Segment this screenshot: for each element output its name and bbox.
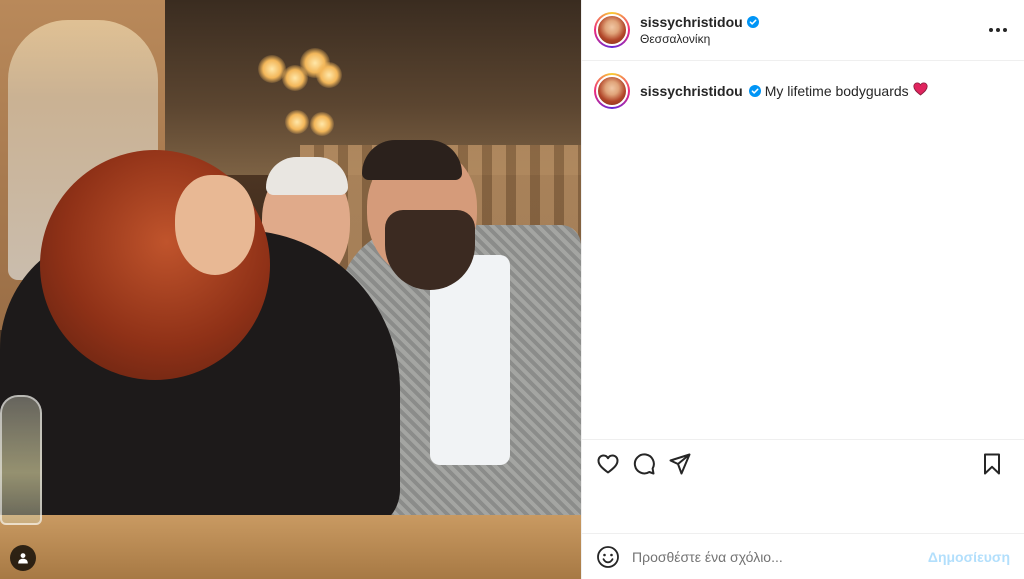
bookmark-icon: [984, 453, 1000, 474]
share-icon: [669, 453, 691, 474]
photo-person-hair: [266, 157, 348, 195]
like-button[interactable]: [596, 452, 620, 476]
heart-icon: [597, 454, 619, 473]
post-header-text: sissychristidou Θεσσαλονίκη: [640, 14, 986, 46]
heart-emoji: [913, 82, 928, 100]
user-tag-icon[interactable]: [10, 545, 36, 571]
photo-light: [285, 110, 309, 134]
caption: sissychristidou My lifetime bodyguards: [640, 82, 928, 100]
avatar[interactable]: [594, 12, 630, 48]
emoji-icon: [597, 545, 619, 568]
instagram-post-view: sissychristidou Θεσσαλονίκη sissychristi…: [0, 0, 1024, 579]
photo-person-face: [175, 175, 255, 275]
photo-wine-glass: [0, 395, 42, 525]
username-link[interactable]: sissychristidou: [640, 14, 743, 30]
verified-badge-icon: [746, 16, 759, 28]
post-photo[interactable]: [0, 0, 581, 579]
post-comment-button[interactable]: Δημοσίευση: [928, 549, 1010, 565]
photo-light: [316, 62, 342, 88]
location-link[interactable]: Θεσσαλονίκη: [640, 32, 986, 46]
caption-row: sissychristidou My lifetime bodyguards: [594, 73, 1010, 109]
caption-username-link[interactable]: sissychristidou: [640, 82, 743, 100]
emoji-button[interactable]: [596, 545, 620, 569]
avatar-image: [596, 14, 628, 46]
comment-button[interactable]: [632, 452, 656, 476]
avatar[interactable]: [594, 73, 630, 109]
avatar-image: [596, 75, 628, 107]
share-button[interactable]: [668, 452, 692, 476]
verified-badge-icon: [748, 85, 761, 97]
photo-person-hair: [362, 140, 462, 180]
caption-text: My lifetime bodyguards: [764, 83, 909, 99]
photo-table: [0, 515, 581, 579]
add-comment-bar: Δημοσίευση: [582, 533, 1024, 579]
comment-input[interactable]: [632, 548, 928, 565]
save-button[interactable]: [980, 452, 1004, 476]
comments-section: sissychristidou My lifetime bodyguards: [582, 61, 1024, 439]
post-header: sissychristidou Θεσσαλονίκη: [582, 0, 1024, 61]
photo-light: [310, 112, 334, 136]
more-options-icon: [989, 28, 1007, 32]
post-details-panel: sissychristidou Θεσσαλονίκη sissychristi…: [581, 0, 1024, 579]
user-row: sissychristidou: [640, 14, 986, 30]
more-options-button[interactable]: [986, 18, 1010, 42]
comment-icon: [633, 452, 655, 474]
post-actions-bar: [582, 439, 1024, 487]
likes-area: [582, 487, 1024, 533]
